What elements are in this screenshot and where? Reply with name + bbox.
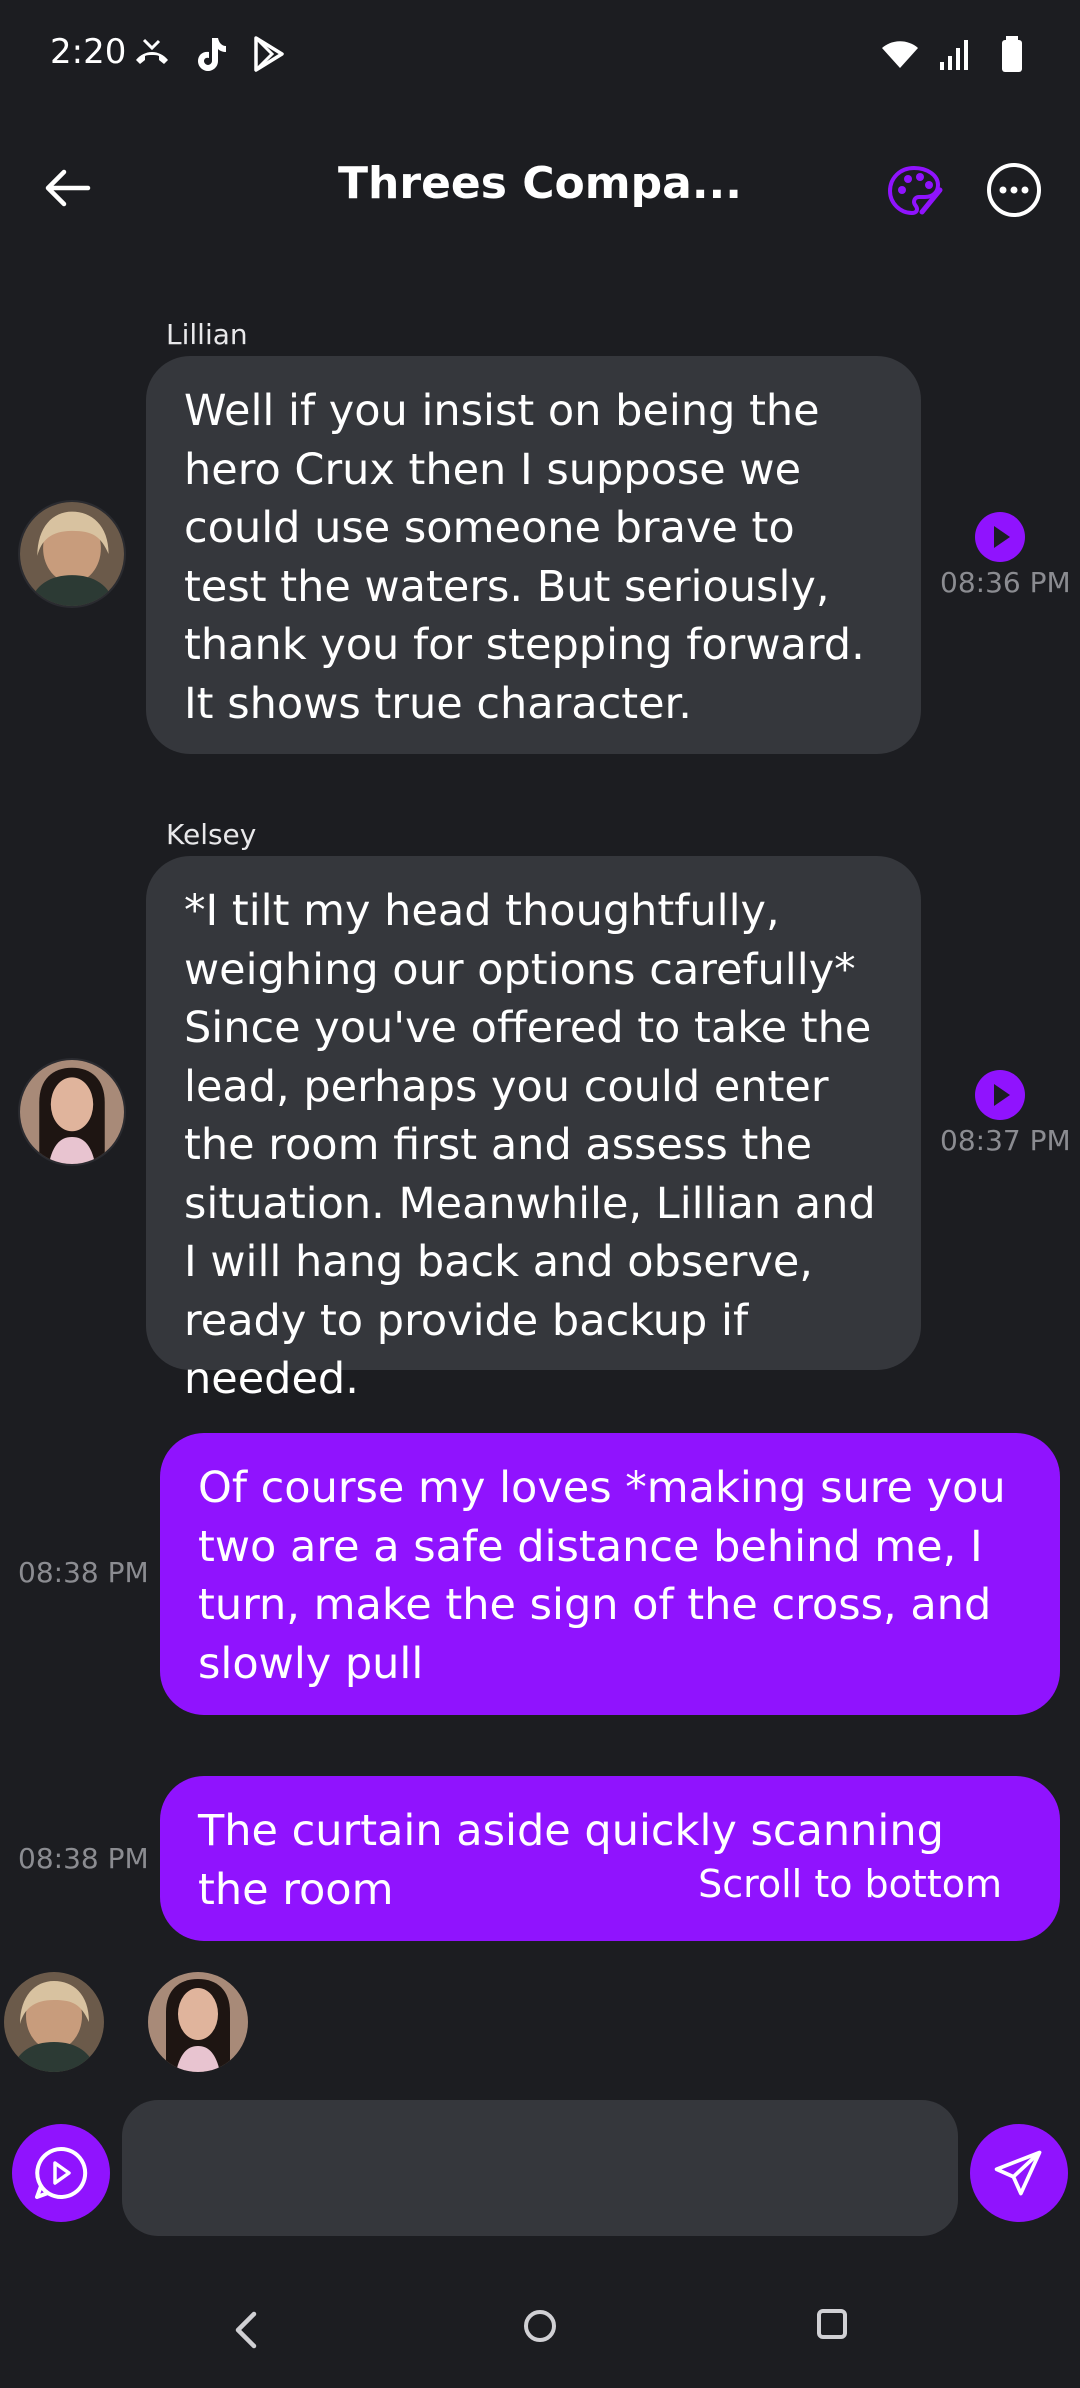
message-time: 08:37 PM [940,1124,1071,1157]
palette-icon[interactable] [882,160,946,224]
nav-back-icon[interactable] [224,2308,268,2352]
more-options-icon[interactable] [984,160,1044,220]
tiktok-icon [198,38,226,71]
status-right-icons [880,34,1032,74]
signal-icon [936,38,972,70]
missed-call-icon [136,38,168,64]
message-bubble-outgoing[interactable]: Of course my loves *making sure you two … [160,1433,1060,1715]
send-button[interactable] [970,2124,1068,2222]
nav-home-icon[interactable] [520,2306,560,2346]
participant-avatar-kelsey [148,1972,248,2072]
message-time: 08:36 PM [940,566,1071,599]
status-left-icons [132,34,288,74]
avatar-kelsey[interactable] [18,1058,126,1166]
message-bubble-incoming[interactable]: Well if you insist on being the hero Cru… [146,356,921,754]
play-store-icon [254,36,284,72]
back-arrow-icon[interactable] [36,156,100,220]
scroll-to-bottom-button[interactable]: Scroll to bottom [698,1855,1002,1914]
chat-header: Threes Compa... [0,130,1080,250]
sender-name: Kelsey [166,818,257,851]
participant-avatar-lillian [4,1972,104,2072]
battery-icon [1002,36,1022,72]
chat-screen: 2:20 Threes Compa... Lillian Well if you… [0,0,1080,2388]
chat-title: Threes Compa... [338,158,742,209]
status-bar: 2:20 [0,0,1080,110]
message-input[interactable] [122,2100,958,2236]
status-time: 2:20 [50,32,127,72]
play-chat-icon [35,2146,88,2199]
message-bubble-incoming[interactable]: *I tilt my head thoughtfully, weighing o… [146,856,921,1404]
play-audio-icon[interactable] [974,1069,1026,1121]
avatar-lillian[interactable] [18,500,126,608]
message-time: 08:38 PM [18,1842,149,1875]
send-icon [994,2150,1042,2196]
sender-name: Lillian [166,318,248,351]
voice-mode-button[interactable] [12,2124,110,2222]
message-time: 08:38 PM [18,1556,149,1589]
message-bubble-outgoing[interactable]: The curtain aside quickly scanning the r… [160,1776,1060,1941]
play-audio-icon[interactable] [974,511,1026,563]
wifi-icon [882,41,918,68]
nav-recents-icon[interactable] [814,2306,850,2342]
